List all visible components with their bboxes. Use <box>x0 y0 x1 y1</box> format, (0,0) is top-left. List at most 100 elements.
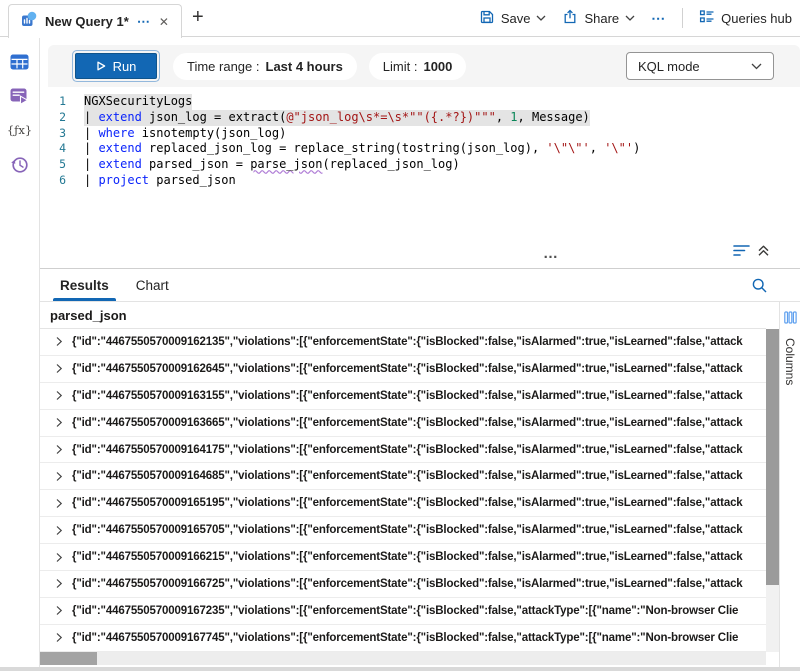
expand-chevron-icon[interactable] <box>54 417 72 428</box>
query-mode-select[interactable]: KQL mode <box>626 52 774 80</box>
vertical-scrollbar-thumb[interactable] <box>766 329 779 585</box>
share-button[interactable]: Share <box>562 9 635 28</box>
horizontal-scrollbar[interactable] <box>40 652 766 665</box>
line-number: 4 <box>40 141 66 157</box>
top-actions: Save Share ⋯ <box>479 0 792 36</box>
line-number: 2 <box>40 110 66 126</box>
save-button[interactable]: Save <box>479 9 547 28</box>
table-row[interactable]: {"id":"4467550570009167745","violations"… <box>40 625 766 652</box>
table-row[interactable]: {"id":"4467550570009163155","violations"… <box>40 383 766 410</box>
row-json-text: {"id":"4467550570009166725","violations"… <box>72 578 743 590</box>
code-line[interactable]: 2| extend json_log = extract(@"json_log\… <box>40 110 800 126</box>
table-row[interactable]: {"id":"4467550570009165705","violations"… <box>40 517 766 544</box>
horizontal-scrollbar-thumb[interactable] <box>40 652 97 665</box>
top-tab-bar: New Query 1* ⋯ ✕ + Save <box>0 0 800 37</box>
connections-table-icon[interactable] <box>10 52 30 72</box>
more-actions-button[interactable]: ⋯ <box>651 10 666 27</box>
new-tab-button[interactable]: + <box>192 6 204 29</box>
tab-close-icon[interactable]: ✕ <box>159 15 169 29</box>
code-line[interactable]: 5 | extend parsed_json = parse_json(repla… <box>40 157 800 173</box>
share-icon <box>562 9 578 28</box>
functions-icon[interactable]: {ƒx} <box>10 120 30 140</box>
results-tab-bar: Results Chart <box>40 269 800 302</box>
query-tab[interactable]: New Query 1* ⋯ ✕ <box>8 4 182 38</box>
code-text: NGXSecurityLogs <box>84 94 192 110</box>
expand-chevron-icon[interactable] <box>54 471 72 482</box>
search-icon[interactable] <box>751 277 768 299</box>
expand-chevron-icon[interactable] <box>54 578 72 589</box>
expand-chevron-icon[interactable] <box>54 498 72 509</box>
query-mode-value: KQL mode <box>638 59 700 74</box>
code-lines: 1NGXSecurityLogs2| extend json_log = ext… <box>40 94 800 189</box>
editor-footer-icons <box>733 244 770 262</box>
line-number: 5 <box>40 157 66 173</box>
table-row[interactable]: {"id":"4467550570009164175","violations"… <box>40 437 766 464</box>
column-header-parsed-json[interactable]: parsed_json <box>40 302 766 329</box>
time-range-label: Time range : <box>187 59 260 74</box>
vertical-scrollbar[interactable] <box>766 329 779 652</box>
table-row[interactable]: {"id":"4467550570009163665","violations"… <box>40 410 766 437</box>
table-row[interactable]: {"id":"4467550570009162645","violations"… <box>40 356 766 383</box>
row-json-text: {"id":"4467550570009164685","violations"… <box>72 470 743 482</box>
table-row[interactable]: {"id":"4467550570009167235","violations"… <box>40 598 766 625</box>
editor-footer: … <box>40 239 800 268</box>
expand-chevron-icon[interactable] <box>54 525 72 536</box>
columns-side-panel[interactable]: Columns <box>779 302 800 671</box>
panel-splitter-handle[interactable]: … <box>543 245 559 262</box>
save-icon <box>479 9 495 28</box>
left-sidebar: {ƒx} <box>0 37 40 671</box>
row-json-text: {"id":"4467550570009162135","violations"… <box>72 336 743 348</box>
row-json-text: {"id":"4467550570009164175","violations"… <box>72 444 743 456</box>
run-label: Run <box>113 59 137 74</box>
limit-picker[interactable]: Limit : 1000 <box>369 53 467 80</box>
code-line[interactable]: 6| project parsed_json <box>40 173 800 189</box>
query-history-icon[interactable] <box>10 154 30 174</box>
expand-chevron-icon[interactable] <box>54 363 72 374</box>
expand-chevron-icon[interactable] <box>54 552 72 563</box>
columns-icon <box>784 311 797 329</box>
divider <box>682 8 683 28</box>
tab-results[interactable]: Results <box>60 269 109 301</box>
expand-chevron-icon[interactable] <box>54 390 72 401</box>
saved-scripts-icon[interactable] <box>10 86 30 106</box>
code-text: | where isnotempty(json_log) <box>84 126 286 142</box>
app-window: New Query 1* ⋯ ✕ + Save <box>0 0 800 671</box>
code-line[interactable]: 1NGXSecurityLogs <box>40 94 800 110</box>
code-text: | extend replaced_json_log = replace_str… <box>84 141 640 157</box>
tab-more-icon[interactable]: ⋯ <box>137 14 151 30</box>
code-line[interactable]: 3| where isnotempty(json_log) <box>40 126 800 142</box>
columns-panel-label: Columns <box>783 338 797 385</box>
queries-hub-label: Queries hub <box>721 11 792 26</box>
table-row[interactable]: {"id":"4467550570009165195","violations"… <box>40 490 766 517</box>
query-toolbar: Run Time range : Last 4 hours Limit : 10… <box>48 45 800 87</box>
code-line[interactable]: 4 | extend replaced_json_log = replace_st… <box>40 141 800 157</box>
table-row[interactable]: {"id":"4467550570009162135","violations"… <box>40 329 766 356</box>
query-editor[interactable]: 1NGXSecurityLogs2| extend json_log = ext… <box>40 87 800 239</box>
queries-hub-button[interactable]: Queries hub <box>699 9 792 28</box>
time-range-picker[interactable]: Time range : Last 4 hours <box>173 53 357 80</box>
expand-chevron-icon[interactable] <box>54 632 72 643</box>
collapse-editor-icon[interactable] <box>757 244 770 262</box>
tab-chart[interactable]: Chart <box>136 278 169 293</box>
run-button[interactable]: Run <box>75 53 157 79</box>
expand-chevron-icon[interactable] <box>54 336 72 347</box>
bottom-edge <box>0 667 800 671</box>
results-panel: Results Chart parsed_json {"id":"4467550… <box>40 268 800 671</box>
save-label: Save <box>501 11 531 26</box>
outline-lines-icon[interactable] <box>733 244 750 262</box>
queries-hub-icon <box>699 9 715 28</box>
expand-chevron-icon[interactable] <box>54 444 72 455</box>
limit-label: Limit : <box>383 59 418 74</box>
table-row[interactable]: {"id":"4467550570009166215","violations"… <box>40 544 766 571</box>
play-icon <box>96 61 106 71</box>
time-range-value: Last 4 hours <box>266 59 343 74</box>
limit-value: 1000 <box>423 59 452 74</box>
code-text: | extend parsed_json = parse_json(replac… <box>84 157 460 173</box>
share-chevron-down-icon <box>625 15 635 21</box>
table-row[interactable]: {"id":"4467550570009164685","violations"… <box>40 463 766 490</box>
expand-chevron-icon[interactable] <box>54 605 72 616</box>
table-row[interactable]: {"id":"4467550570009166725","violations"… <box>40 571 766 598</box>
mode-chevron-down-icon <box>751 63 762 70</box>
save-chevron-down-icon <box>536 15 546 21</box>
result-rows: {"id":"4467550570009162135","violations"… <box>40 329 766 652</box>
